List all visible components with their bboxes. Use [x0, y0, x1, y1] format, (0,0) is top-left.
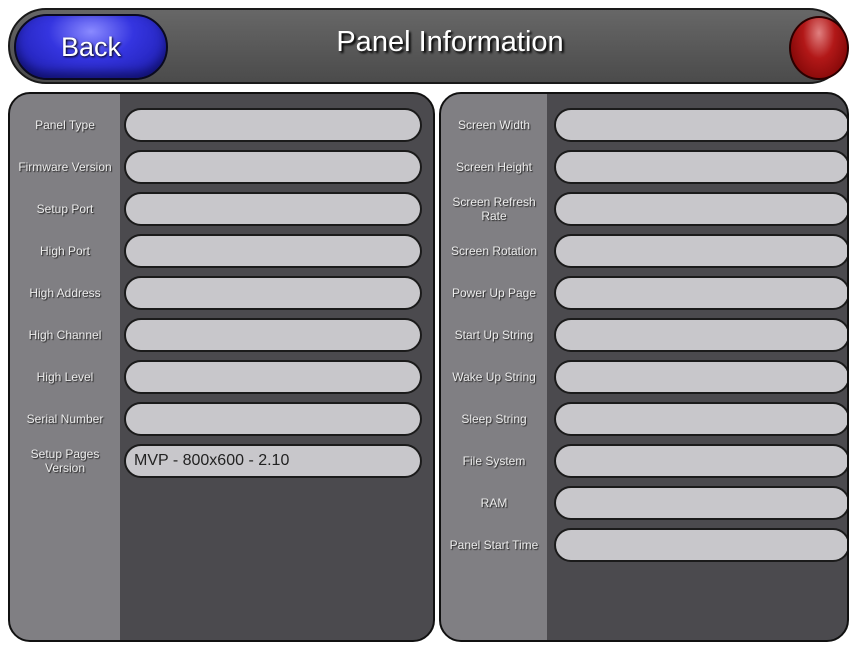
- high-level-field: [124, 360, 422, 394]
- panel-type-field: [124, 108, 422, 142]
- wake-up-string-label: Wake Up String: [452, 370, 536, 384]
- sleep-string-field: [554, 402, 847, 436]
- screen-rotation-field: [554, 234, 847, 268]
- status-indicator-button[interactable]: [789, 16, 849, 80]
- high-address-field: [124, 276, 422, 310]
- setup-port-field: [124, 192, 422, 226]
- setup-pages-version-label: Setup Pages Version: [30, 447, 100, 475]
- wake-up-string-field: [554, 360, 847, 394]
- setup-port-label: Setup Port: [36, 202, 94, 216]
- sleep-string-label: Sleep String: [461, 412, 527, 426]
- serial-number-field: [124, 402, 422, 436]
- serial-number-label: Serial Number: [26, 412, 104, 426]
- screen-rotation-label: Screen Rotation: [450, 244, 538, 258]
- panel-start-time-field: [554, 528, 847, 562]
- screen-height-field: [554, 150, 847, 184]
- screen-refresh-rate-label: Screen Refresh Rate: [452, 195, 536, 223]
- start-up-string-label: Start Up String: [454, 328, 534, 342]
- high-level-label: High Level: [36, 370, 94, 384]
- panel-start-time-label: Panel Start Time: [449, 538, 539, 552]
- file-system-label: File System: [462, 454, 526, 468]
- back-button[interactable]: Back: [14, 14, 168, 80]
- high-address-label: High Address: [29, 286, 101, 300]
- high-port-field: [124, 234, 422, 268]
- panel-type-label: Panel Type: [35, 118, 95, 132]
- start-up-string-field: [554, 318, 847, 352]
- ram-label: RAM: [480, 496, 508, 510]
- screen-height-label: Screen Height: [455, 160, 533, 174]
- left-info-panel: Panel Type Firmware Version Setup Port H…: [8, 92, 435, 642]
- file-system-field: [554, 444, 847, 478]
- power-up-page-field: [554, 276, 847, 310]
- back-button-label: Back: [60, 32, 122, 62]
- high-channel-field: [124, 318, 422, 352]
- right-info-panel: Screen Width Screen Height Screen Refres…: [439, 92, 849, 642]
- page-title: Panel Information: [336, 26, 564, 58]
- firmware-version-field: [124, 150, 422, 184]
- screen-refresh-rate-field: [554, 192, 847, 226]
- setup-pages-version-field: MVP - 800x600 - 2.10: [124, 444, 422, 478]
- ram-field: [554, 486, 847, 520]
- firmware-version-label: Firmware Version: [18, 160, 112, 174]
- high-channel-label: High Channel: [28, 328, 102, 342]
- screen-width-label: Screen Width: [457, 118, 531, 132]
- high-port-label: High Port: [39, 244, 91, 258]
- power-up-page-label: Power Up Page: [451, 286, 537, 300]
- screen-width-field: [554, 108, 847, 142]
